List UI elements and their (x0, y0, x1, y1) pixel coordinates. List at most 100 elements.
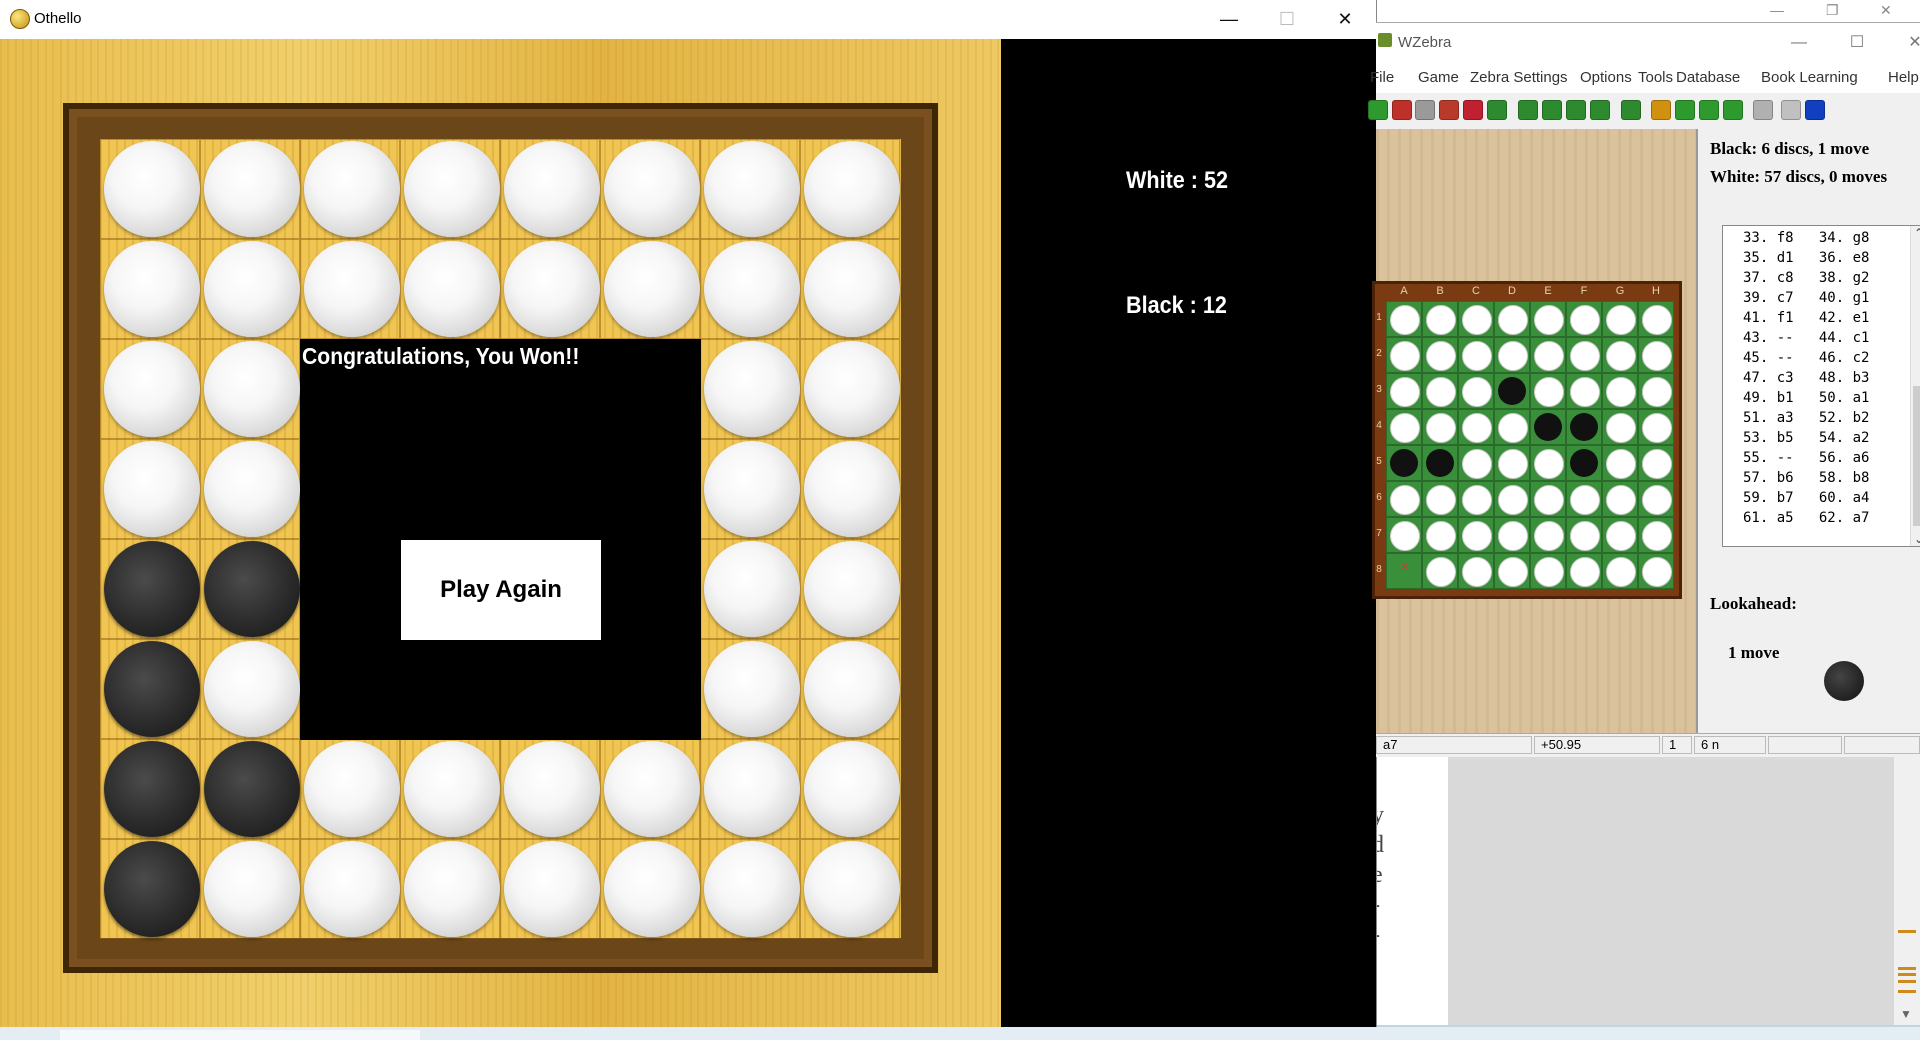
move-list-row[interactable]: 35. d1 36. e8 (1743, 248, 1869, 268)
wzebra-board-cell[interactable] (1458, 445, 1494, 481)
wzebra-board-cell[interactable] (1638, 337, 1674, 373)
wzebra-board-cell[interactable] (1602, 553, 1638, 589)
move-list-row[interactable]: 51. a3 52. b2 (1743, 408, 1869, 428)
board-cell[interactable] (600, 239, 700, 339)
wzebra-board-cell[interactable] (1530, 553, 1566, 589)
wzebra-board-cell[interactable] (1530, 517, 1566, 553)
board-cell[interactable] (700, 239, 800, 339)
board-cell[interactable] (500, 839, 600, 939)
move-list-row[interactable]: 45. -- 46. c2 (1743, 348, 1869, 368)
menu-tools[interactable]: Tools (1638, 69, 1673, 86)
wzebra-board-cell[interactable] (1566, 409, 1602, 445)
board-cell[interactable] (700, 539, 800, 639)
move-list-row[interactable]: 59. b7 60. a4 (1743, 488, 1869, 508)
scroll-down-icon[interactable]: ⌄ (1914, 532, 1920, 546)
wzebra-board-cell[interactable] (1422, 481, 1458, 517)
board-cell[interactable] (800, 839, 900, 939)
wzebra-board-cell[interactable] (1386, 481, 1422, 517)
board-cell[interactable] (800, 339, 900, 439)
wzebra-board-cell[interactable] (1602, 373, 1638, 409)
wzebra-board-cell[interactable] (1386, 517, 1422, 553)
menu-help[interactable]: Help (1888, 69, 1919, 86)
wzebra-board-cell[interactable] (1566, 301, 1602, 337)
board-cell[interactable] (600, 839, 700, 939)
board-cell[interactable] (800, 639, 900, 739)
minimize-button[interactable]: — (1200, 0, 1258, 39)
board-cell[interactable] (700, 139, 800, 239)
move-list-row[interactable]: 37. c8 38. g2 (1743, 268, 1869, 288)
toolbar-button-icon[interactable] (1723, 100, 1743, 120)
board-cell[interactable] (200, 239, 300, 339)
move-list-row[interactable]: 33. f8 34. g8 (1743, 228, 1869, 248)
wzebra-board-cell[interactable] (1386, 301, 1422, 337)
wzebra-board-cell[interactable] (1530, 301, 1566, 337)
board-cell[interactable] (200, 839, 300, 939)
wzebra-titlebar[interactable]: WZebra — ☐ ✕ (1376, 23, 1920, 63)
othello-titlebar[interactable]: Othello — ☐ ✕ (0, 0, 1376, 39)
move-list-row[interactable]: 53. b5 54. a2 (1743, 428, 1869, 448)
menu-database[interactable]: Database (1676, 69, 1740, 86)
wzebra-board-cell[interactable] (1566, 553, 1602, 589)
wzebra-board-cell[interactable] (1386, 445, 1422, 481)
board-cell[interactable] (200, 639, 300, 739)
move-list-row[interactable]: 43. -- 44. c1 (1743, 328, 1869, 348)
wzebra-board-cell[interactable] (1458, 553, 1494, 589)
wzebra-maximize-button[interactable]: ☐ (1828, 23, 1886, 63)
wzebra-board-cell[interactable] (1494, 301, 1530, 337)
wzebra-board-cell[interactable] (1422, 553, 1458, 589)
wzebra-board-cell[interactable] (1602, 301, 1638, 337)
board-cell[interactable] (200, 339, 300, 439)
board-cell[interactable] (100, 739, 200, 839)
board-cell[interactable] (700, 839, 800, 939)
toolbar-button-icon[interactable] (1439, 100, 1459, 120)
wzebra-board-cell[interactable] (1458, 481, 1494, 517)
wzebra-board-cell[interactable] (1386, 409, 1422, 445)
wzebra-board-cell[interactable] (1602, 337, 1638, 373)
board-cell[interactable] (700, 739, 800, 839)
board-cell[interactable] (400, 139, 500, 239)
wzebra-board-cell[interactable] (1386, 337, 1422, 373)
toolbar-button-icon[interactable] (1781, 100, 1801, 120)
maximize-button[interactable]: ☐ (1258, 0, 1316, 39)
toolbar-button-icon[interactable] (1487, 100, 1507, 120)
scroll-up-icon[interactable]: ⌃ (1914, 226, 1920, 240)
wzebra-board-cell[interactable] (1566, 517, 1602, 553)
wzebra-board-cell[interactable] (1422, 301, 1458, 337)
board-cell[interactable] (100, 139, 200, 239)
move-list-row[interactable]: 61. a5 62. a7 (1743, 508, 1869, 528)
board-cell[interactable] (100, 439, 200, 539)
toolbar-button-icon[interactable] (1415, 100, 1435, 120)
move-list[interactable]: 61. a5 62. a7 59. b7 60. a4 57. b6 58. b8 5… (1722, 225, 1920, 547)
board-cell[interactable] (400, 839, 500, 939)
wzebra-board-cell[interactable] (1602, 517, 1638, 553)
wzebra-board-cell[interactable] (1602, 409, 1638, 445)
wzebra-board-cell[interactable]: × (1386, 553, 1422, 589)
board-cell[interactable] (600, 739, 700, 839)
wzebra-board-cell[interactable] (1494, 409, 1530, 445)
board-cell[interactable] (500, 239, 600, 339)
board-cell[interactable] (700, 439, 800, 539)
board-cell[interactable] (300, 839, 400, 939)
wzebra-minimize-button[interactable]: — (1770, 23, 1828, 63)
wzebra-board-cell[interactable] (1422, 409, 1458, 445)
board-cell[interactable] (500, 739, 600, 839)
wzebra-board-cell[interactable] (1422, 445, 1458, 481)
menu-zebra-settings[interactable]: Zebra Settings (1470, 69, 1568, 86)
move-list-row[interactable]: 49. b1 50. a1 (1743, 388, 1869, 408)
wzebra-board-cell[interactable] (1458, 373, 1494, 409)
toolbar-button-icon[interactable] (1518, 100, 1538, 120)
board-cell[interactable] (300, 239, 400, 339)
wzebra-board-cell[interactable] (1494, 445, 1530, 481)
wzebra-board-cell[interactable] (1530, 337, 1566, 373)
scroll-thumb[interactable] (1913, 386, 1920, 526)
wzebra-board-cell[interactable] (1530, 373, 1566, 409)
wzebra-board-cell[interactable] (1638, 481, 1674, 517)
wzebra-board-cell[interactable] (1638, 301, 1674, 337)
wzebra-board-cell[interactable] (1530, 481, 1566, 517)
board-cell[interactable] (100, 839, 200, 939)
wzebra-board-cell[interactable] (1458, 517, 1494, 553)
toolbar-button-icon[interactable] (1675, 100, 1695, 120)
wzebra-board-cell[interactable] (1566, 373, 1602, 409)
wzebra-board-cell[interactable] (1422, 517, 1458, 553)
wzebra-board-cell[interactable] (1602, 445, 1638, 481)
